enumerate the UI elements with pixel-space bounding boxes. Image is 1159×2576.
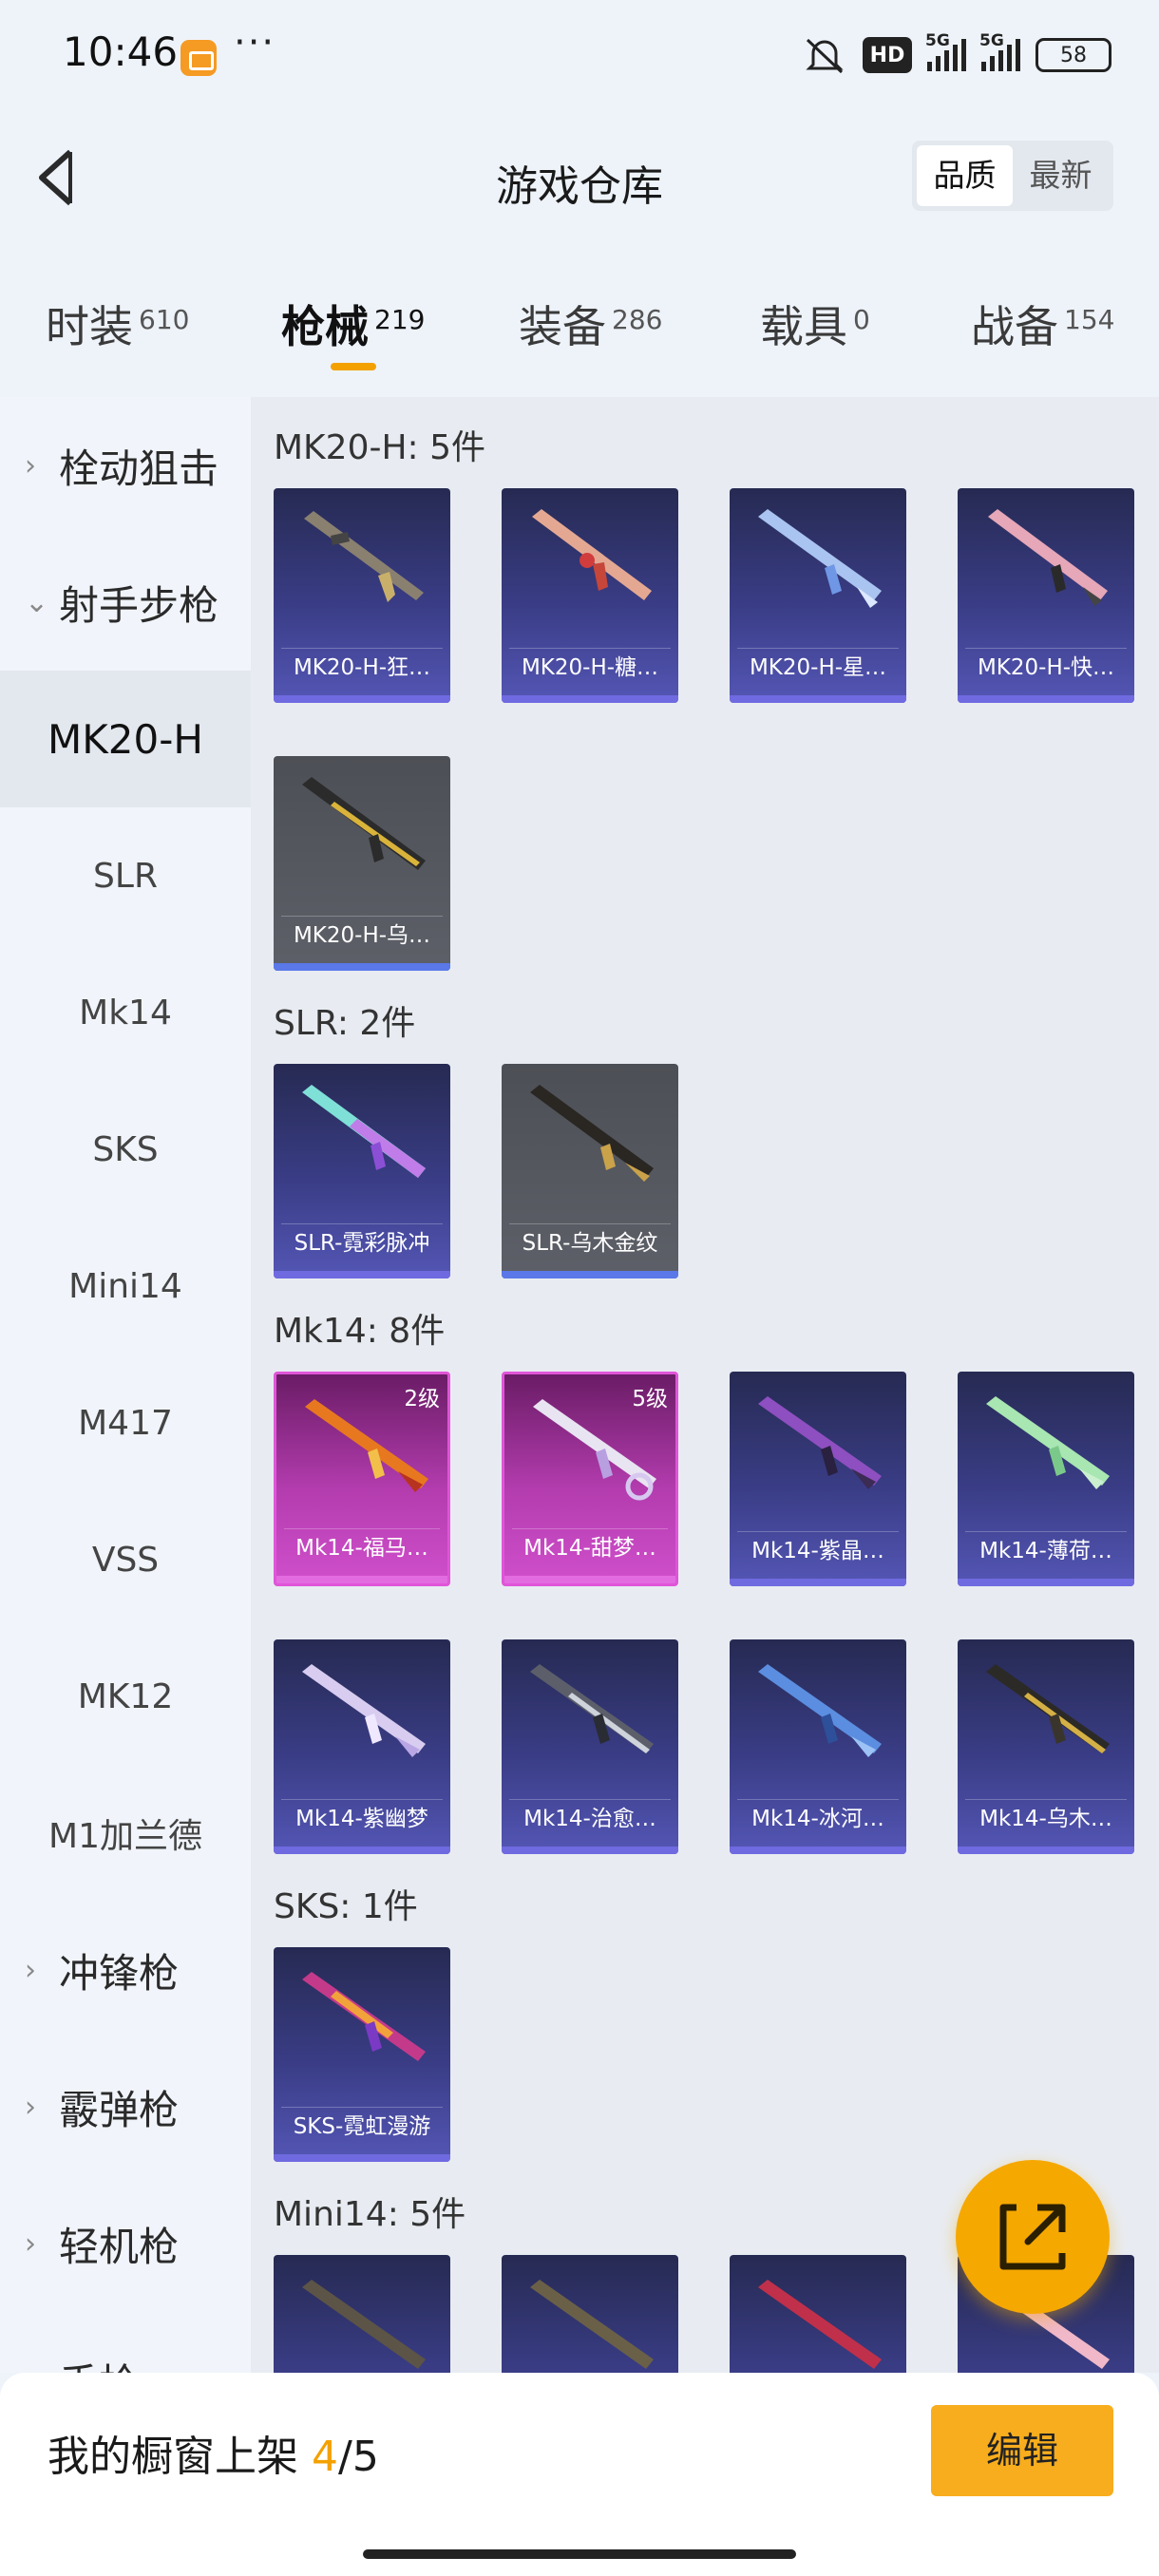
weapon-card[interactable]: MK20-H-星… bbox=[730, 488, 906, 703]
home-indicator[interactable] bbox=[363, 2549, 796, 2559]
rifle-skin-icon bbox=[758, 509, 882, 608]
weapon-card[interactable] bbox=[502, 2255, 678, 2373]
notification-app-icon bbox=[180, 40, 217, 76]
sidebar-item-m417[interactable]: M417 bbox=[0, 1354, 251, 1491]
rifle-skin-icon bbox=[986, 1664, 1110, 1753]
weapon-card[interactable] bbox=[274, 2255, 450, 2373]
weapon-sidebar: › 栓动狙击 ⌄ 射手步枪 MK20-H SLR Mk14 SKS Mini14 M… bbox=[0, 397, 251, 2407]
chevron-down-icon: ⌄ bbox=[25, 585, 49, 619]
sidebar-item-mk14[interactable]: Mk14 bbox=[0, 944, 251, 1081]
section-title-slr: SLR: 2件 bbox=[274, 1004, 416, 1043]
sidebar-item-mk12[interactable]: MK12 bbox=[0, 1628, 251, 1765]
weapon-card[interactable]: Mk14-乌木… bbox=[958, 1639, 1134, 1854]
sidebar-item-mk20h[interactable]: MK20-H bbox=[0, 671, 251, 807]
weapon-card[interactable]: SLR-乌木金纹 bbox=[502, 1064, 678, 1279]
chevron-right-icon: › bbox=[25, 1953, 36, 1987]
weapon-card[interactable]: 5级 Mk14-甜梦… bbox=[502, 1372, 678, 1586]
weapon-card[interactable]: MK20-H-狂… bbox=[274, 488, 450, 703]
rifle-skin-icon bbox=[758, 1396, 882, 1489]
rifle-skin-icon bbox=[302, 2280, 426, 2369]
sidebar-category-smg[interactable]: › 冲锋枪 bbox=[0, 1902, 251, 2038]
showcase-current: 4 bbox=[312, 2433, 338, 2481]
rifle-skin-icon bbox=[532, 509, 652, 600]
section-title-mk14: Mk14: 8件 bbox=[274, 1312, 446, 1351]
rifle-skin-icon bbox=[302, 1085, 426, 1178]
section-title-mini14: Mini14: 5件 bbox=[274, 2195, 466, 2234]
mute-bell-icon bbox=[806, 38, 844, 74]
sort-quality-button[interactable]: 品质 bbox=[917, 145, 1013, 206]
showcase-count: 我的橱窗上架 4/5 bbox=[48, 2433, 379, 2481]
rifle-skin-icon bbox=[530, 1664, 654, 1753]
tab-equipment[interactable]: 装备 286 bbox=[519, 293, 662, 355]
app-root: 10:46 ··· HD 5G 5G 58 游戏仓库 品质 最新 时装 610 枪… bbox=[0, 0, 1159, 2576]
section-title-sks: SKS: 1件 bbox=[274, 1887, 418, 1926]
rifle-skin-icon bbox=[304, 511, 424, 602]
showcase-total: 5 bbox=[352, 2433, 379, 2481]
rifle-skin-icon bbox=[530, 2280, 654, 2369]
sidebar-category-shotgun[interactable]: › 霰弹枪 bbox=[0, 2038, 251, 2175]
tab-vehicles[interactable]: 载具 0 bbox=[760, 293, 870, 355]
weapon-grid: MK20-H: 5件 MK20-H-狂… MK20-H-糖… MK20-H-星…… bbox=[251, 397, 1159, 2373]
more-notifications: ··· bbox=[234, 21, 276, 65]
battery-icon: 58 bbox=[1036, 38, 1112, 72]
share-button[interactable] bbox=[956, 2160, 1110, 2314]
sidebar-item-slr[interactable]: SLR bbox=[0, 807, 251, 944]
category-tabs: 时装 610 枪械 219 装备 286 载具 0 战备 154 bbox=[0, 285, 1159, 389]
sort-newest-button[interactable]: 最新 bbox=[1013, 145, 1109, 206]
rifle-skin-icon bbox=[530, 1085, 654, 1182]
weapon-card[interactable]: 2级 Mk14-福马… bbox=[274, 1372, 450, 1586]
signal-2-icon: 5G bbox=[979, 31, 1020, 71]
rifle-skin-icon bbox=[758, 2280, 882, 2369]
weapon-card[interactable]: Mk14-治愈… bbox=[502, 1639, 678, 1854]
weapon-card[interactable]: Mk14-薄荷… bbox=[958, 1372, 1134, 1586]
sidebar-item-mini14[interactable]: Mini14 bbox=[0, 1218, 251, 1354]
weapon-card[interactable] bbox=[730, 2255, 906, 2373]
sidebar-category-lmg[interactable]: › 轻机枪 bbox=[0, 2175, 251, 2312]
rifle-skin-icon bbox=[988, 509, 1108, 606]
tab-fashion[interactable]: 时装 610 bbox=[46, 293, 189, 355]
sidebar-category-bolt[interactable]: › 栓动狙击 bbox=[0, 397, 251, 534]
bottom-bar: 我的橱窗上架 4/5 编辑 bbox=[0, 2373, 1159, 2576]
weapon-card[interactable]: MK20-H-快… bbox=[958, 488, 1134, 703]
weapon-card[interactable]: MK20-H-乌… bbox=[274, 756, 450, 971]
status-icons: HD 5G 5G 58 bbox=[802, 31, 1112, 76]
weapon-card[interactable]: MK20-H-糖… bbox=[502, 488, 678, 703]
status-bar: 10:46 ··· HD 5G 5G 58 bbox=[0, 0, 1159, 112]
edit-button[interactable]: 编辑 bbox=[931, 2405, 1113, 2496]
chevron-right-icon: › bbox=[25, 2226, 36, 2261]
rifle-skin-icon bbox=[302, 1664, 426, 1757]
weapon-card[interactable]: SLR-霓彩脉冲 bbox=[274, 1064, 450, 1279]
rifle-skin-icon bbox=[302, 1972, 426, 2061]
sidebar-item-sks[interactable]: SKS bbox=[0, 1081, 251, 1218]
sidebar-item-vss[interactable]: VSS bbox=[0, 1491, 251, 1628]
signal-1-icon: 5G bbox=[925, 31, 966, 71]
chevron-right-icon: › bbox=[25, 448, 36, 483]
battery-level: 58 bbox=[1060, 43, 1087, 67]
rifle-skin-icon bbox=[986, 1396, 1110, 1489]
weapon-card[interactable]: Mk14-冰河… bbox=[730, 1639, 906, 1854]
weapon-card[interactable]: Mk14-紫幽梦 bbox=[274, 1639, 450, 1854]
app-header: 游戏仓库 品质 最新 bbox=[0, 123, 1159, 237]
share-external-icon bbox=[999, 2204, 1066, 2270]
tab-supplies[interactable]: 战备 154 bbox=[971, 293, 1114, 355]
chevron-right-icon: › bbox=[25, 2090, 36, 2124]
section-title-mk20h: MK20-H: 5件 bbox=[274, 428, 486, 467]
rifle-skin-icon bbox=[302, 777, 426, 870]
weapon-card[interactable]: Mk14-紫晶… bbox=[730, 1372, 906, 1586]
status-time: 10:46 bbox=[63, 28, 179, 75]
weapon-card[interactable]: SKS-霓虹漫游 bbox=[274, 1947, 450, 2162]
hd-voice-icon: HD bbox=[863, 37, 912, 73]
sidebar-item-m1-garand[interactable]: M1加兰德 bbox=[0, 1765, 251, 1902]
rifle-skin-icon bbox=[758, 1664, 882, 1757]
sort-toggle: 品质 最新 bbox=[912, 141, 1113, 211]
active-tab-indicator bbox=[331, 363, 376, 370]
tab-guns[interactable]: 枪械 219 bbox=[281, 293, 425, 355]
sidebar-category-marksman[interactable]: ⌄ 射手步枪 bbox=[0, 534, 251, 671]
